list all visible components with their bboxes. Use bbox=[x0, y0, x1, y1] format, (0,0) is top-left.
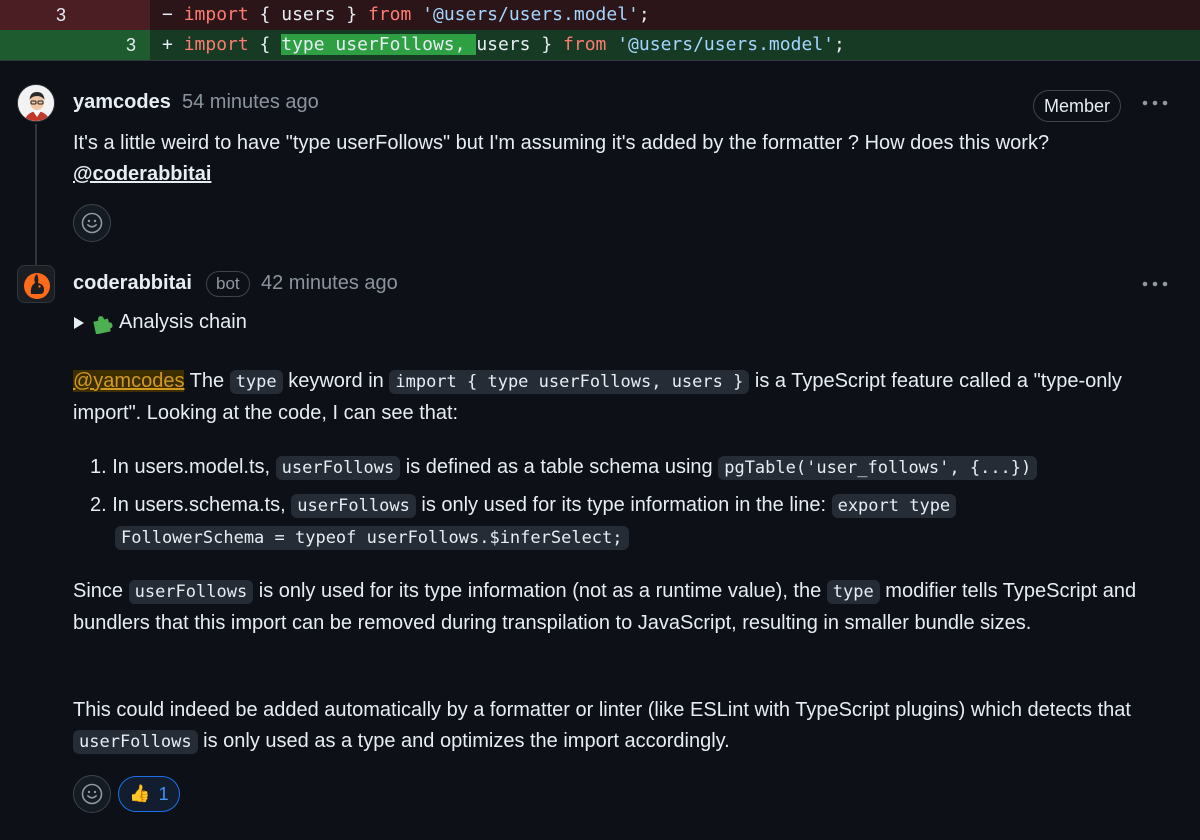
thread-connector bbox=[35, 124, 37, 272]
add-reaction-button[interactable] bbox=[73, 775, 111, 813]
smiley-icon bbox=[81, 783, 103, 805]
analysis-chain-label: Analysis chain bbox=[119, 311, 247, 333]
inline-code: FollowerSchema = typeof userFollows.$inf… bbox=[115, 526, 629, 550]
comment-timestamp[interactable]: 42 minutes ago bbox=[261, 272, 398, 295]
list-item: 1. In users.model.ts, userFollows is def… bbox=[90, 452, 1180, 484]
comment-body: It's a little weird to have "type userFo… bbox=[73, 128, 1173, 190]
diff-deleted-line: 3 − import { users } from '@users/users.… bbox=[0, 0, 1200, 30]
keyword-import: import bbox=[183, 34, 249, 55]
inline-code: pgTable('user_follows', {...}) bbox=[718, 456, 1038, 480]
inline-code: type bbox=[826, 580, 880, 604]
mention-link[interactable]: @yamcodes bbox=[73, 370, 185, 392]
code-text: { users } bbox=[248, 4, 368, 25]
code-end: ; bbox=[638, 4, 650, 25]
member-badge: Member bbox=[1033, 90, 1122, 122]
text: In users.schema.ts, bbox=[112, 494, 292, 516]
comment-timestamp[interactable]: 54 minutes ago bbox=[182, 91, 319, 114]
text: is only used for its type information in… bbox=[415, 494, 832, 516]
mention-link[interactable]: @coderabbitai bbox=[73, 163, 211, 185]
text: This could indeed be added automatically… bbox=[73, 699, 1131, 721]
diff-sign: − bbox=[162, 4, 173, 25]
comment-text: It's a little weird to have "type userFo… bbox=[73, 132, 1050, 154]
inline-code: export type bbox=[831, 494, 957, 518]
reaction-count: 1 bbox=[158, 783, 169, 804]
inline-code: userFollows bbox=[73, 730, 198, 754]
inline-code: userFollows bbox=[275, 456, 401, 480]
inline-code: import { type userFollows, users } bbox=[389, 370, 750, 394]
more-horizontal-icon[interactable] bbox=[1141, 274, 1169, 297]
text: Since bbox=[73, 580, 129, 602]
thumbs-up-icon: 👍 bbox=[129, 784, 151, 803]
keyword-import: import bbox=[183, 4, 249, 25]
avatar[interactable] bbox=[17, 84, 55, 122]
inline-code: userFollows bbox=[128, 580, 254, 604]
diff-sign: + bbox=[162, 34, 173, 55]
code-text: { bbox=[248, 34, 282, 55]
comment-author[interactable]: coderabbitai bbox=[73, 272, 192, 295]
deleted-code: − import { users } from '@users/users.mo… bbox=[162, 0, 650, 30]
thumbs-up-reaction-button[interactable]: 👍 1 bbox=[118, 776, 180, 812]
text: is only used for its type information (n… bbox=[253, 580, 827, 602]
new-line-number[interactable]: 3 bbox=[76, 30, 136, 60]
reply-paragraph-3: This could indeed be added automatically… bbox=[73, 695, 1163, 758]
diff-added-line: 3 + import { type userFollows, users } f… bbox=[0, 30, 1200, 60]
triangle-right-icon bbox=[74, 316, 84, 329]
bot-badge: bot bbox=[206, 271, 250, 297]
list-number: 2. bbox=[90, 494, 107, 516]
avatar[interactable] bbox=[17, 265, 55, 303]
reply-paragraph-1: @yamcodes The type keyword in import { t… bbox=[73, 366, 1173, 429]
text: keyword in bbox=[282, 370, 390, 392]
list-item: 2. In users.schema.ts, userFollows is on… bbox=[90, 490, 1180, 554]
code-string: '@users/users.model' bbox=[422, 4, 639, 25]
analysis-chain-toggle[interactable]: Analysis chain bbox=[73, 311, 247, 334]
rabbit-logo-icon bbox=[18, 266, 54, 302]
user-avatar-icon bbox=[18, 85, 54, 121]
keyword-from: from bbox=[563, 34, 607, 55]
changed-highlight: type userFollows, bbox=[281, 34, 477, 55]
inline-code: userFollows bbox=[291, 494, 416, 518]
comment-author[interactable]: yamcodes bbox=[73, 91, 171, 114]
ordered-list: 1. In users.model.ts, userFollows is def… bbox=[90, 452, 1180, 554]
text: The bbox=[184, 370, 230, 392]
old-line-number[interactable]: 3 bbox=[0, 0, 66, 30]
text: is only used as a type and optimizes the… bbox=[197, 730, 730, 752]
code-end: ; bbox=[833, 34, 845, 55]
list-number: 1. bbox=[90, 456, 107, 478]
reply-paragraph-2: Since userFollows is only used for its t… bbox=[73, 576, 1163, 639]
add-reaction-button[interactable] bbox=[73, 204, 111, 242]
puzzle-icon bbox=[93, 315, 113, 334]
inline-code: type bbox=[229, 370, 283, 394]
text: In users.model.ts, bbox=[112, 456, 276, 478]
text: is defined as a table schema using bbox=[400, 456, 719, 478]
added-code: + import { type userFollows, users } fro… bbox=[162, 30, 845, 60]
divider bbox=[0, 60, 1200, 61]
keyword-from: from bbox=[367, 4, 412, 25]
code-string: '@users/users.model' bbox=[617, 34, 834, 55]
smiley-icon bbox=[81, 212, 103, 234]
code-text: users } bbox=[476, 34, 564, 55]
more-horizontal-icon[interactable] bbox=[1141, 93, 1169, 116]
